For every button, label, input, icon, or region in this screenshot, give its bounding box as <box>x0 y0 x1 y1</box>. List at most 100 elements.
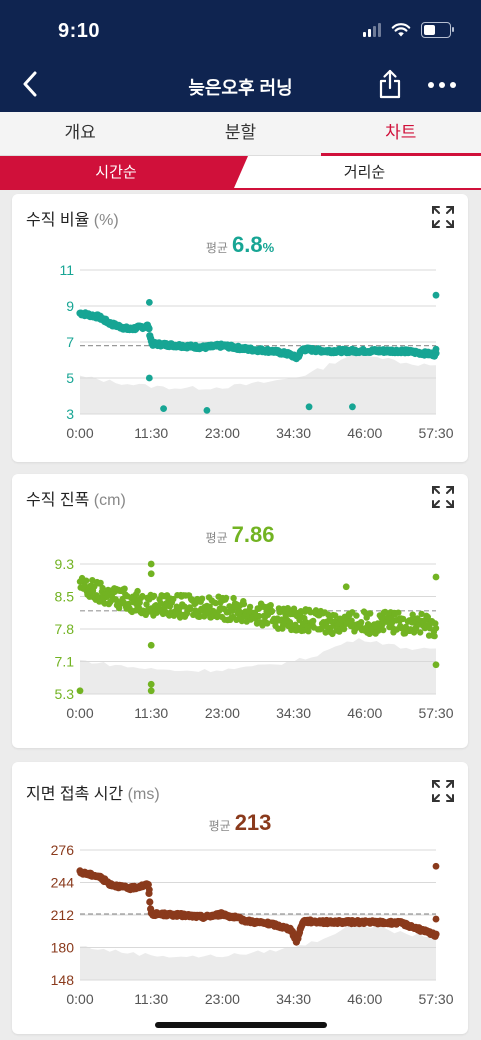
chart-title: 수직 진폭 (cm) <box>26 486 126 510</box>
more-dot <box>439 82 445 88</box>
outlier-point <box>432 291 440 299</box>
x-tick-label: 11:30 <box>134 991 168 1007</box>
chart-title-text: 지면 접촉 시간 <box>26 786 124 803</box>
x-tick-label: 0:00 <box>66 425 93 441</box>
x-tick-label: 34:30 <box>276 705 311 721</box>
average-value: 6.8 <box>231 232 263 257</box>
x-tick-label: 46:00 <box>347 425 382 441</box>
average-display: 평균 6.8% <box>12 232 468 258</box>
data-point <box>145 325 153 333</box>
y-tick-label: 244 <box>51 875 75 891</box>
data-point <box>240 600 248 608</box>
page-title: 늦은오후 러닝 <box>188 78 293 98</box>
segment-by-distance[interactable]: 거리순 <box>248 156 481 190</box>
data-point <box>417 629 424 636</box>
ground-contact-time-chart: 276 244 212 180 148 0:00 11:30 23:00 34:30 46:00 5… <box>51 842 454 1007</box>
y-tick-label: 7.1 <box>55 654 75 670</box>
outlier-point <box>147 560 155 568</box>
data-point <box>121 585 128 592</box>
outlier-point <box>432 661 440 669</box>
chart-card-vertical-oscillation: 수직 진폭 (cm) 평균 7.86 9.3 8.5 7.8 7.1 5.3 0:00 11:… <box>12 474 468 748</box>
outlier-point <box>432 345 440 353</box>
x-tick-label: 46:00 <box>347 705 382 721</box>
segment-by-time[interactable]: 시간순 <box>0 156 232 190</box>
data-point <box>146 898 154 906</box>
y-tick-label: 148 <box>51 972 75 988</box>
chart-title-text: 수직 진폭 <box>26 492 90 509</box>
data-point <box>246 603 254 611</box>
data-point <box>83 577 90 584</box>
more-dots-icon <box>428 82 434 88</box>
x-tick-label: 46:00 <box>347 991 382 1007</box>
chart-title-text: 수직 비율 <box>26 212 90 229</box>
y-tick-label: 5.3 <box>55 686 75 702</box>
x-tick-label: 34:30 <box>276 991 311 1007</box>
outlier-point <box>145 374 153 382</box>
x-tick-label: 57:30 <box>418 425 453 441</box>
more-dot <box>450 82 456 88</box>
tab-overview[interactable]: 개요 <box>0 112 160 155</box>
y-tick-label: 3 <box>66 406 74 422</box>
chart-title-unit: (ms) <box>127 786 160 803</box>
home-indicator <box>155 1022 327 1028</box>
expand-icon[interactable] <box>430 204 456 230</box>
x-tick-label: 23:00 <box>205 425 240 441</box>
y-tick-label: 9.3 <box>55 556 75 572</box>
elevation-area <box>80 925 436 980</box>
x-tick-label: 11:30 <box>134 425 168 441</box>
vertical-ratio-chart: 11 9 7 5 3 0:00 11:30 23:00 34:30 46:00 57:30 <box>59 262 453 441</box>
more-options-button[interactable] <box>422 72 462 98</box>
segment-divider <box>0 188 481 190</box>
data-point <box>198 595 206 602</box>
chart-title-unit: (%) <box>93 212 119 229</box>
y-tick-label: 9 <box>66 298 74 314</box>
data-point <box>267 602 274 609</box>
top-bar: 9:10 늦은오후 러닝 <box>0 0 481 112</box>
outlier-point <box>432 915 440 923</box>
x-tick-label: 0:00 <box>66 705 93 721</box>
cellular-signal-icon <box>363 23 381 37</box>
outlier-point <box>305 403 313 411</box>
x-tick-label: 23:00 <box>205 705 240 721</box>
y-tick-label: 180 <box>51 940 75 956</box>
chart-title-unit: (cm) <box>93 492 126 509</box>
x-tick-label: 0:00 <box>66 991 93 1007</box>
status-icons <box>363 22 454 38</box>
elevation-area <box>80 353 436 414</box>
y-tick-label: 8.5 <box>55 589 75 605</box>
outlier-point <box>203 407 211 414</box>
average-label: 평균 <box>205 531 228 545</box>
tab-bar: 개요 분할 차트 <box>0 112 481 156</box>
data-point <box>431 632 438 640</box>
y-tick-label: 11 <box>59 262 74 278</box>
x-tick-label: 11:30 <box>134 705 168 721</box>
outlier-point <box>147 570 155 578</box>
segment-control: 시간순 거리순 <box>0 156 481 190</box>
data-point <box>353 612 360 619</box>
tab-charts[interactable]: 차트 <box>320 112 481 156</box>
data-point <box>222 594 230 602</box>
chart-card-vertical-ratio: 수직 비율 (%) 평균 6.8% 11 9 7 5 3 0:00 11:30 23:00 34:… <box>12 194 468 462</box>
outlier-point <box>432 573 440 581</box>
data-point <box>150 592 158 600</box>
share-button[interactable] <box>374 66 406 102</box>
y-tick-label: 276 <box>51 842 75 858</box>
battery-icon <box>421 22 454 38</box>
outlier-point <box>432 862 440 870</box>
outlier-point <box>147 680 155 688</box>
chart-title: 수직 비율 (%) <box>26 206 119 230</box>
x-tick-label: 57:30 <box>418 705 453 721</box>
expand-icon[interactable] <box>430 778 456 804</box>
data-point <box>432 625 440 632</box>
outlier-point <box>147 687 155 695</box>
average-value: 213 <box>234 810 272 835</box>
data-point <box>432 930 440 938</box>
outlier-point <box>160 405 167 412</box>
tab-splits[interactable]: 분할 <box>160 112 320 155</box>
y-tick-label: 7.8 <box>55 621 75 637</box>
average-unit: % <box>262 240 275 255</box>
data-point <box>395 609 402 616</box>
average-value: 7.86 <box>231 522 275 547</box>
status-time: 9:10 <box>58 20 101 42</box>
expand-icon[interactable] <box>430 484 456 510</box>
